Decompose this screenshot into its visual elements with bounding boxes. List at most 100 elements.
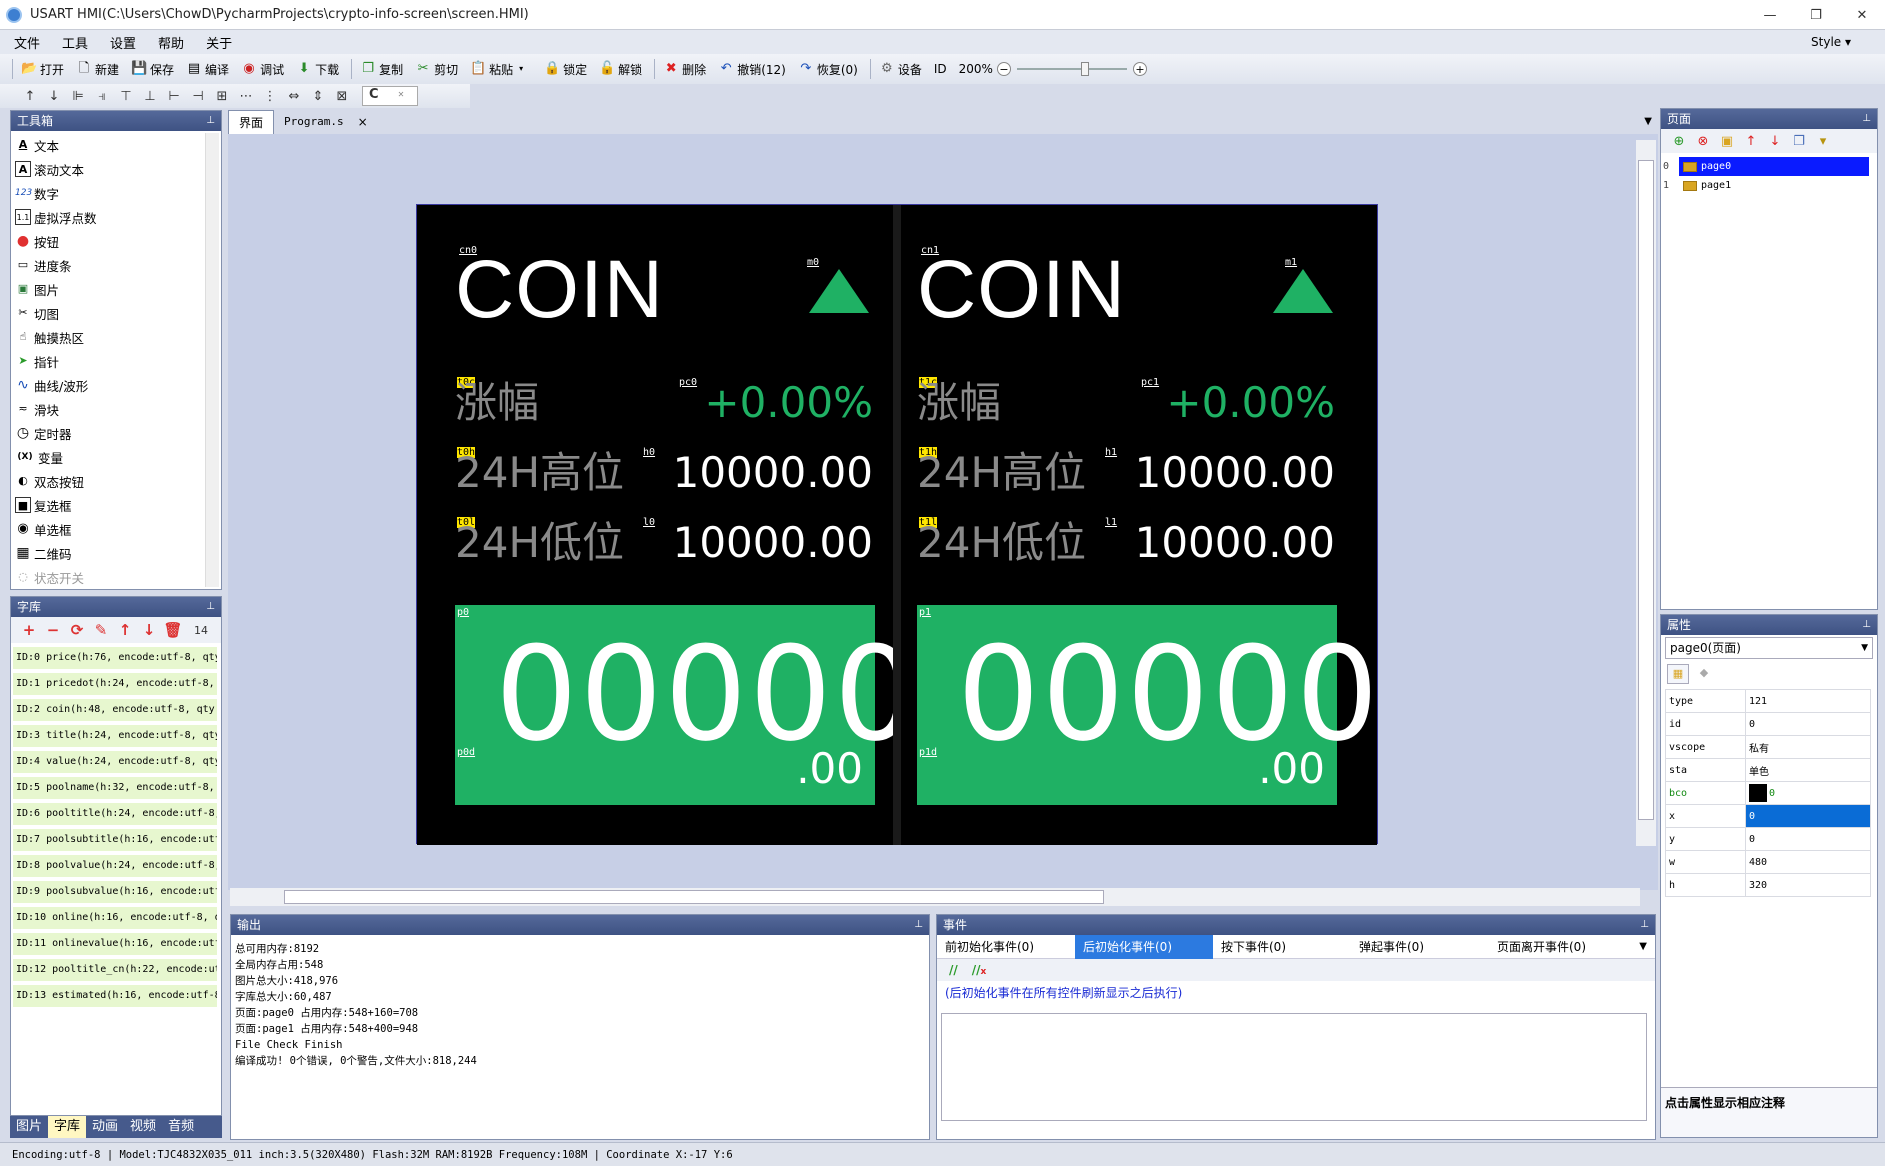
- prop-row-x[interactable]: x0: [1665, 804, 1871, 828]
- unlock-button[interactable]: 🔓 解锁: [599, 61, 642, 78]
- toolbox-item-hotspot[interactable]: ☝ 触摸热区: [15, 325, 221, 349]
- menu-settings[interactable]: 设置: [110, 33, 136, 52]
- prop-row-w[interactable]: w 480: [1665, 850, 1871, 874]
- pin-icon[interactable]: ⊥: [1862, 615, 1871, 635]
- low-label[interactable]: 24H低位: [917, 519, 1086, 567]
- page-menu-icon[interactable]: ▾: [1811, 134, 1835, 149]
- pct-value[interactable]: +0.00%: [704, 379, 873, 427]
- chevron-down-icon[interactable]: ▼: [1639, 941, 1647, 952]
- tab-fonts[interactable]: 字库: [48, 1116, 87, 1138]
- cut-button[interactable]: ✂ 剪切: [415, 61, 458, 78]
- close-tab-icon[interactable]: ×: [354, 110, 372, 134]
- hmi-screen[interactable]: touch0 s cn0 COIN m0 t0c 涨幅 pc0 +0.00% t…: [416, 204, 1379, 845]
- font-item[interactable]: ID:8 poolvalue(h:24, encode:utf-8,: [13, 855, 217, 877]
- categorized-icon[interactable]: ▦: [1667, 664, 1689, 684]
- undo-button[interactable]: ↶ 撤销(12): [718, 61, 786, 78]
- tab-post-init[interactable]: 后初始化事件(0): [1075, 934, 1213, 959]
- alphabetical-icon[interactable]: ◆: [1693, 664, 1715, 684]
- download-button[interactable]: ⬇ 下载: [296, 61, 339, 78]
- distribute-v-icon[interactable]: ⋮: [258, 89, 282, 104]
- close-icon[interactable]: ✕: [389, 90, 413, 99]
- arrow-up-icon[interactable]: ↑: [113, 621, 137, 639]
- high-label[interactable]: 24H高位: [455, 449, 624, 497]
- tab-page-exit[interactable]: 页面离开事件(0): [1489, 935, 1627, 959]
- tab-press[interactable]: 按下事件(0): [1213, 935, 1351, 959]
- page-item[interactable]: 1 page1: [1663, 176, 1877, 195]
- font-item[interactable]: ID:13 estimated(h:16, encode:utf-8: [13, 985, 217, 1007]
- high-value[interactable]: 10000.00: [673, 449, 873, 497]
- toolbox-item-curve[interactable]: ∿ 曲线/波形: [15, 373, 221, 397]
- delete-button[interactable]: ✖ 删除: [663, 61, 706, 78]
- high-value[interactable]: 10000.00: [1135, 449, 1335, 497]
- canvas-hscroll-thumb[interactable]: [284, 890, 1104, 904]
- toolbox-item-timer[interactable]: ◷ 定时器: [15, 421, 221, 445]
- tab-list-icon[interactable]: ▼: [1644, 116, 1652, 127]
- uncomment-icon[interactable]: //x: [972, 963, 987, 977]
- price-box[interactable]: p1 00000 p1d .00: [917, 605, 1379, 805]
- tab-pre-init[interactable]: 前初始化事件(0): [937, 935, 1075, 959]
- coin-name[interactable]: COIN: [455, 245, 664, 335]
- align-left-icon[interactable]: ⊫: [66, 89, 90, 104]
- canvas-vscrollbar[interactable]: [1636, 140, 1656, 846]
- toolbox-item-number[interactable]: 123 数字: [15, 181, 221, 205]
- font-item[interactable]: ID:10 online(h:16, encode:utf-8, qt: [13, 907, 217, 929]
- chevron-down-icon[interactable]: ▾: [513, 61, 529, 77]
- prop-row-h[interactable]: h 320: [1665, 873, 1871, 897]
- move-up-icon[interactable]: ↑: [18, 89, 42, 104]
- style-dropdown[interactable]: Style ▾: [1811, 35, 1851, 49]
- low-value[interactable]: 10000.00: [673, 519, 873, 567]
- font-item[interactable]: ID:6 pooltitle(h:24, encode:utf-8,: [13, 803, 217, 825]
- redo-button[interactable]: ↷ 恢复(0): [798, 61, 857, 78]
- center-horizontal-icon[interactable]: ⊢: [162, 89, 186, 104]
- prop-row-type[interactable]: type 121: [1665, 689, 1871, 713]
- close-button[interactable]: ✕: [1839, 0, 1885, 30]
- tab-release[interactable]: 弹起事件(0): [1351, 935, 1489, 959]
- compile-button[interactable]: ▤ 编译: [186, 61, 229, 78]
- low-label[interactable]: 24H低位: [455, 519, 624, 567]
- font-item[interactable]: ID:3 title(h:24, encode:utf-8, qty:: [13, 725, 217, 747]
- device-button[interactable]: ⚙ 设备: [879, 61, 922, 78]
- tab-design[interactable]: 界面: [228, 110, 275, 134]
- new-button[interactable]: 🗋 新建: [76, 61, 119, 78]
- toolbox-item-text[interactable]: A 文本: [15, 133, 221, 157]
- toolbox-item-checkbox[interactable]: ■ 复选框: [15, 493, 221, 517]
- font-item[interactable]: ID:12 pooltitle_cn(h:22, encode:ut: [13, 959, 217, 981]
- zoom-knob[interactable]: [1080, 62, 1089, 76]
- trash-icon[interactable]: 🗑: [161, 621, 185, 639]
- zoom-track[interactable]: [1016, 62, 1127, 76]
- align-right-icon[interactable]: ⫣: [90, 89, 114, 104]
- arrow-down-icon[interactable]: ↓: [1763, 134, 1787, 149]
- event-code-editor[interactable]: [941, 1013, 1647, 1121]
- align-bottom-icon[interactable]: ⊥: [138, 89, 162, 104]
- canvas-vscroll-thumb[interactable]: [1638, 160, 1654, 820]
- remove-icon[interactable]: −: [41, 621, 65, 639]
- pct-label[interactable]: 涨幅: [917, 379, 1001, 427]
- toolbox-item-radio[interactable]: ◉ 单选框: [15, 517, 221, 541]
- pin-icon[interactable]: ⊥: [1640, 915, 1649, 935]
- pin-icon[interactable]: ⊥: [206, 597, 215, 617]
- zoom-out-icon[interactable]: −: [996, 62, 1011, 76]
- toolbox-item-scroll-text[interactable]: A 滚动文本: [15, 157, 221, 181]
- id-button[interactable]: ID: [934, 62, 947, 76]
- toolbox-item-switch[interactable]: ◌ 状态开关: [15, 565, 221, 589]
- tab-audio[interactable]: 音频: [162, 1116, 200, 1138]
- copy-button[interactable]: ❐ 复制: [360, 61, 403, 78]
- move-down-icon[interactable]: ↓: [42, 89, 66, 104]
- paste-button[interactable]: 📋 粘贴 ▾: [470, 61, 532, 78]
- add-icon[interactable]: +: [17, 621, 41, 639]
- low-value[interactable]: 10000.00: [1135, 519, 1335, 567]
- toolbox-scrollbar[interactable]: [205, 133, 219, 587]
- zoom-in-icon[interactable]: +: [1132, 62, 1147, 76]
- center-vertical-icon[interactable]: ⊣: [186, 89, 210, 104]
- tab-program[interactable]: Program.s: [274, 110, 354, 134]
- high-label[interactable]: 24H高位: [917, 449, 1086, 497]
- output-log[interactable]: 总可用内存:8192 全局内存占用:548 图片总大小:418,976 字库总大小:6…: [231, 935, 929, 1075]
- prop-row-y[interactable]: y0: [1665, 827, 1871, 851]
- toolbox-item-picture[interactable]: ▣ 图片: [15, 277, 221, 301]
- pin-icon[interactable]: ⊥: [1862, 109, 1871, 129]
- pin-icon[interactable]: ⊥: [206, 111, 215, 131]
- prop-row-vscope[interactable]: vscope 私有: [1665, 735, 1871, 759]
- font-item[interactable]: ID:5 poolname(h:32, encode:utf-8, q: [13, 777, 217, 799]
- toolbox-item-pointer[interactable]: ➤ 指针: [15, 349, 221, 373]
- lock-button[interactable]: 🔒 锁定: [544, 61, 587, 78]
